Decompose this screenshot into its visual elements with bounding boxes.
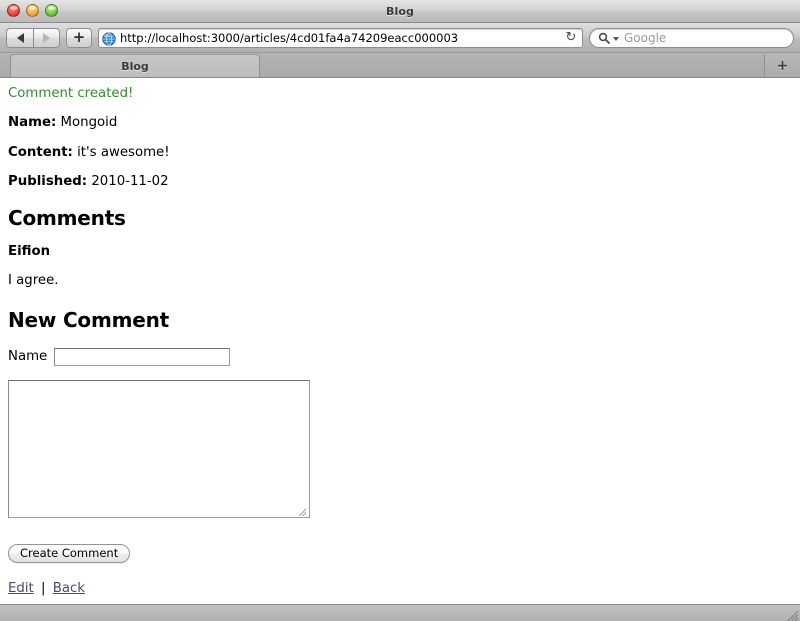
article-field-name-label: Name: xyxy=(8,115,57,131)
reload-icon[interactable]: ↻ xyxy=(564,30,578,45)
create-comment-button[interactable]: Create Comment xyxy=(8,543,131,563)
plus-icon: + xyxy=(72,28,86,46)
content-textarea[interactable] xyxy=(8,379,310,518)
new-comment-heading: New Comment xyxy=(8,307,170,332)
back-arrow-icon xyxy=(16,32,24,43)
comments-heading: Comments xyxy=(8,206,126,231)
article-field-published-value: 2010-11-02 xyxy=(91,173,169,189)
back-button[interactable] xyxy=(6,27,33,48)
back-link[interactable]: Back xyxy=(53,581,85,596)
article-field-content-value: it's awesome! xyxy=(77,144,170,160)
window-controls xyxy=(7,4,58,17)
close-button[interactable] xyxy=(7,4,20,17)
search-field[interactable]: Google xyxy=(589,27,794,48)
comment-author: Eifion xyxy=(8,244,51,260)
submit-row: Create Comment xyxy=(8,543,792,581)
address-bar[interactable]: http://localhost:3000/articles/4cd01fa4a… xyxy=(98,27,583,48)
article-page: Comment created! Name: Mongoid Content: … xyxy=(8,86,792,596)
edit-link[interactable]: Edit xyxy=(8,581,34,596)
minimize-button[interactable] xyxy=(26,4,39,17)
forward-button[interactable] xyxy=(33,27,60,48)
article-field-name: Name: Mongoid xyxy=(8,115,792,130)
tab-bar: Blog + xyxy=(0,53,800,78)
new-comment-form: Name Create Comment xyxy=(8,347,792,581)
new-tab-button[interactable]: + xyxy=(764,54,800,77)
article-field-content: Content: it's awesome! xyxy=(8,145,792,160)
content-field-wrapper xyxy=(8,379,310,540)
page-viewport: Comment created! Name: Mongoid Content: … xyxy=(0,78,800,604)
tab-blog[interactable]: Blog xyxy=(10,54,260,77)
zoom-button[interactable] xyxy=(45,4,58,17)
title-bar: Blog xyxy=(0,0,800,23)
article-field-content-label: Content: xyxy=(8,144,73,160)
window-resize-grip-icon[interactable] xyxy=(786,607,799,621)
window-title: Blog xyxy=(386,4,414,18)
comment-item: Eifion I agree. xyxy=(8,244,792,289)
link-separator: | xyxy=(40,580,46,596)
search-input[interactable]: Google xyxy=(624,31,666,45)
browser-window: Blog + http://localhost:3000/articles/4c… xyxy=(0,0,800,621)
name-field-row: Name xyxy=(8,347,792,366)
search-dropdown-icon[interactable] xyxy=(613,36,619,41)
forward-arrow-icon xyxy=(43,32,50,43)
footer-links: Edit | Back xyxy=(8,581,792,596)
search-icon xyxy=(598,32,610,44)
article-field-name-value: Mongoid xyxy=(60,115,118,131)
name-label: Name xyxy=(8,349,48,365)
url-text[interactable]: http://localhost:3000/articles/4cd01fa4a… xyxy=(120,31,564,45)
add-bookmark-button[interactable]: + xyxy=(66,27,92,48)
tab-label: Blog xyxy=(121,59,149,73)
flash-notice: Comment created! xyxy=(8,86,134,101)
comment-body: I agree. xyxy=(8,273,59,289)
article-field-published: Published: 2010-11-02 xyxy=(8,174,792,189)
navigation-buttons xyxy=(6,27,60,48)
article-field-published-label: Published: xyxy=(8,173,88,189)
status-bar xyxy=(0,604,800,621)
name-input[interactable] xyxy=(54,347,231,366)
browser-toolbar: + http://localhost:3000/articles/4cd01fa… xyxy=(0,23,800,53)
new-tab-plus-icon: + xyxy=(776,57,789,74)
globe-favicon-icon xyxy=(102,31,116,46)
